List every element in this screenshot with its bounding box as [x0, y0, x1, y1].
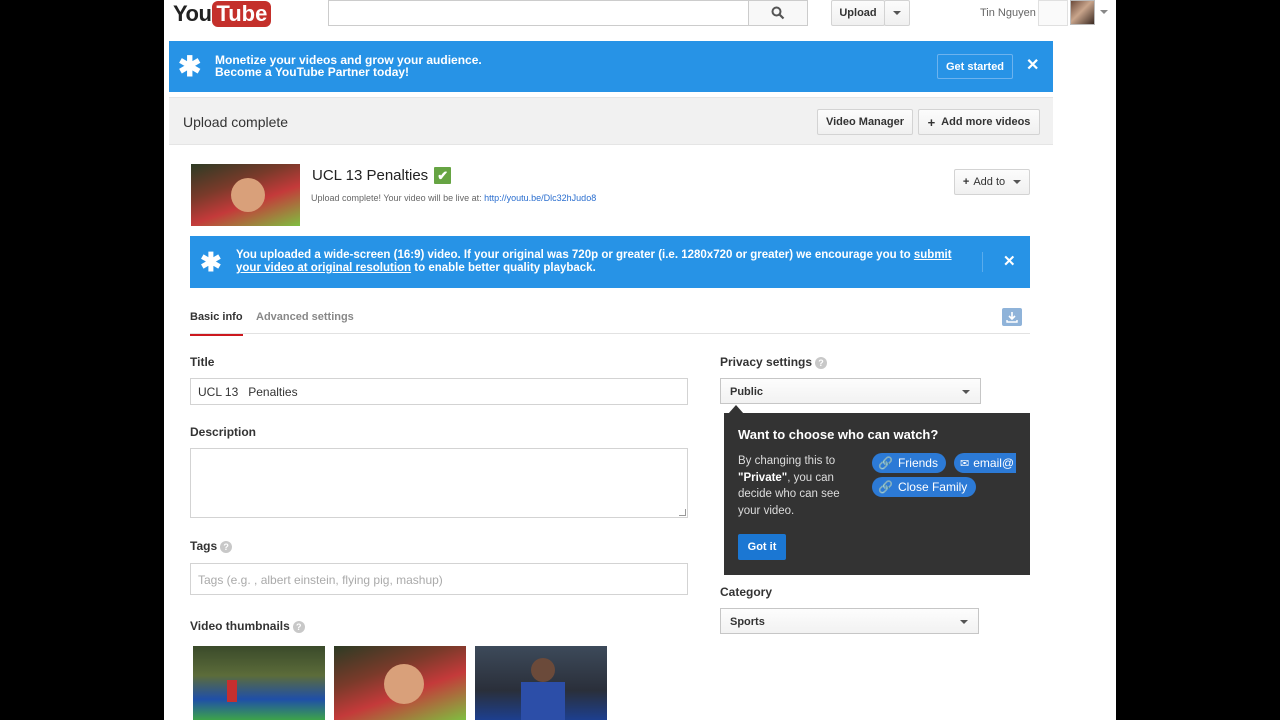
tab-advanced-settings-label: Advanced settings [256, 311, 354, 323]
privacy-label: Privacy settings? [720, 355, 828, 369]
tooltip-body-bold: "Private" [738, 471, 788, 484]
category-label: Category [720, 585, 773, 599]
download-icon[interactable] [1002, 308, 1022, 326]
chip-email-label: email@ [973, 456, 1015, 470]
video-title-text: UCL 13 Penalties [312, 167, 429, 184]
help-icon[interactable]: ? [220, 540, 233, 553]
widescreen-banner: ✱ You uploaded a wide-screen (16:9) vide… [190, 236, 1030, 288]
plus-icon: + [927, 114, 936, 130]
logo-tube-text: Tube [212, 1, 272, 27]
help-icon[interactable]: ? [292, 620, 305, 633]
thumbnail-option-2[interactable] [334, 646, 466, 720]
widescreen-text-after: to enable better quality playback. [414, 262, 596, 274]
account-menu-icon[interactable] [1100, 10, 1108, 14]
mail-icon: ✉ [960, 457, 970, 470]
privacy-select-value: Public [730, 386, 764, 398]
help-icon[interactable]: ? [815, 356, 828, 369]
upload-page: You Tube Upload Tin Nguyen ✱ Monetize you… [164, 0, 1116, 720]
tooltip-body: By changing this to "Private", you can d… [738, 453, 854, 519]
description-textarea[interactable] [190, 448, 688, 518]
upload-status-bar: Upload complete Video Manager + Add more… [169, 97, 1053, 145]
checkmark-icon: ✔ [434, 167, 452, 184]
partner-banner: ✱ Monetize your videos and grow your aud… [169, 41, 1053, 92]
search-input[interactable] [328, 0, 749, 26]
add-more-videos-button[interactable]: + Add more videos [918, 109, 1040, 135]
close-icon[interactable]: ✕ [1003, 252, 1016, 272]
tab-basic-info-label: Basic info [190, 311, 243, 323]
tags-label: Tags? [190, 539, 233, 553]
chevron-down-icon [962, 390, 970, 394]
chip-friends-label: Friends [897, 456, 938, 470]
link-icon: 🔗 [878, 456, 893, 470]
got-it-button[interactable]: Got it [738, 534, 786, 560]
add-to-label: Add to [973, 176, 1006, 188]
video-status-text: Upload complete! Your video will be live… [311, 193, 482, 203]
category-select[interactable]: Sports [720, 608, 979, 634]
chip-close-family-label: Close Family [897, 480, 968, 494]
tab-advanced-settings[interactable]: Advanced settings [256, 311, 354, 323]
chip-email: ✉ email@ [954, 453, 1016, 473]
video-thumbnail [191, 164, 300, 226]
plus-icon: + [962, 176, 970, 188]
title-input-value: UCL 13 Penalties [198, 385, 298, 399]
tags-label-text: Tags [190, 539, 218, 553]
search-button[interactable] [748, 0, 808, 26]
tags-placeholder: Tags (e.g. , albert einstein, flying pig… [198, 573, 443, 587]
username[interactable]: Tin Nguyen [980, 7, 1036, 19]
got-it-label: Got it [747, 541, 777, 553]
upload-menu-button[interactable] [884, 0, 910, 26]
tooltip-heading: Want to choose who can watch? [738, 427, 939, 442]
video-manager-label: Video Manager [825, 116, 905, 128]
chevron-down-icon [893, 11, 901, 15]
chip-close-family: 🔗 Close Family [872, 477, 976, 497]
video-manager-button[interactable]: Video Manager [817, 109, 913, 135]
get-started-button[interactable]: Get started [937, 54, 1013, 79]
chip-friends: 🔗 Friends [872, 453, 946, 473]
notification-box[interactable] [1038, 0, 1068, 26]
add-more-videos-label: Add more videos [941, 116, 1031, 128]
tabs-divider [190, 333, 1030, 334]
thumbnail-option-3[interactable] [475, 646, 607, 720]
video-title: UCL 13 Penalties ✔ [312, 167, 452, 184]
resize-handle-icon[interactable] [679, 509, 686, 516]
divider [982, 252, 983, 272]
add-to-button[interactable]: + Add to [954, 169, 1030, 195]
thumbnails-label-text: Video thumbnails [190, 619, 290, 633]
chevron-down-icon [1013, 180, 1022, 184]
title-input[interactable]: UCL 13 Penalties [190, 378, 688, 405]
video-link[interactable]: http://youtu.be/Dlc32hJudo8 [484, 193, 596, 203]
upload-button-label: Upload [839, 7, 877, 19]
tooltip-body-1: By changing this to [738, 455, 836, 467]
thumbnails-label: Video thumbnails? [190, 619, 305, 633]
privacy-tooltip: Want to choose who can watch? By changin… [724, 413, 1030, 575]
category-select-value: Sports [730, 616, 765, 628]
title-label: Title [190, 355, 215, 369]
chevron-down-icon [960, 620, 968, 624]
avatar[interactable] [1070, 0, 1095, 25]
logo-you-text: You [173, 1, 212, 26]
description-label: Description [190, 425, 257, 439]
upload-status-text: Upload complete [183, 114, 289, 130]
widescreen-banner-text: You uploaded a wide-screen (16:9) video.… [236, 249, 976, 275]
youtube-logo[interactable]: You Tube [173, 1, 272, 27]
upload-button[interactable]: Upload [831, 0, 885, 26]
partner-banner-line2: Become a YouTube Partner today! [215, 65, 410, 79]
tags-input[interactable]: Tags (e.g. , albert einstein, flying pig… [190, 563, 688, 595]
close-icon[interactable]: ✕ [1026, 56, 1039, 76]
link-icon: 🔗 [878, 480, 893, 494]
privacy-select[interactable]: Public [720, 378, 981, 404]
thumbnail-option-1[interactable] [193, 646, 325, 720]
privacy-label-text: Privacy settings [720, 355, 813, 369]
asterisk-icon: ✱ [200, 247, 222, 277]
search-icon [771, 6, 785, 20]
video-status: Upload complete! Your video will be live… [311, 193, 596, 203]
widescreen-text-before: You uploaded a wide-screen (16:9) video.… [236, 249, 911, 261]
asterisk-icon: ✱ [178, 51, 202, 82]
get-started-label: Get started [945, 60, 1005, 73]
